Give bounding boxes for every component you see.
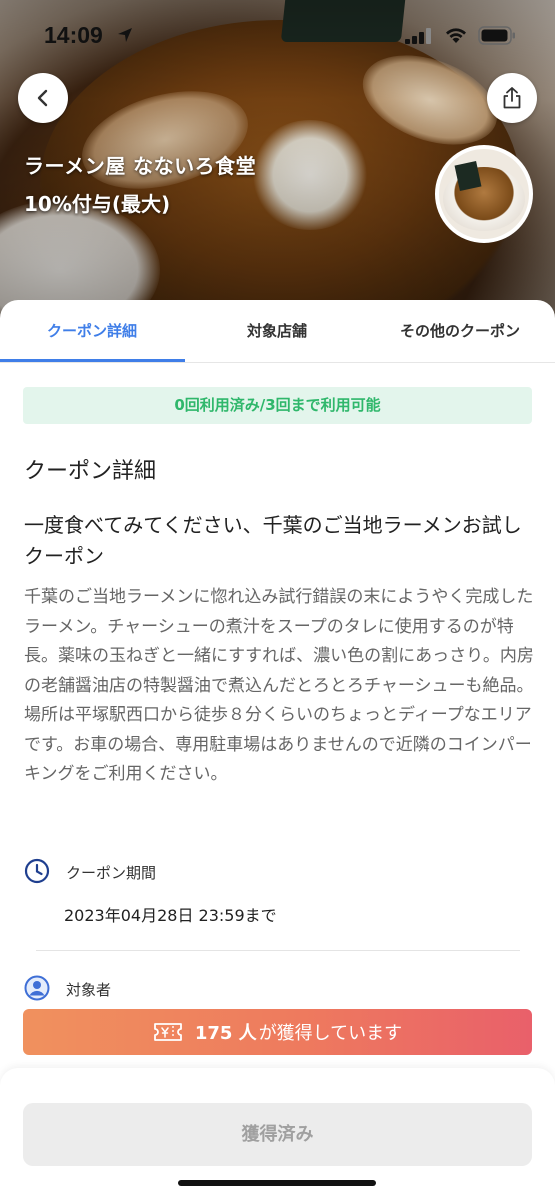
- acquired-button[interactable]: 獲得済み: [23, 1103, 532, 1166]
- tab-target-stores[interactable]: 対象店舗: [247, 320, 307, 341]
- status-bar: 14:09: [0, 22, 555, 52]
- shop-name: ラーメン屋 なないろ食堂: [24, 154, 257, 178]
- acquired-count-banner: 175 人 が獲得しています: [23, 1009, 532, 1055]
- ticket-icon: [153, 1023, 182, 1041]
- share-button[interactable]: [487, 73, 537, 123]
- user-icon: [24, 975, 50, 1001]
- acquired-text: が獲得しています: [258, 1023, 403, 1044]
- coupon-description: 千葉のご当地ラーメンに惚れ込み試行錯誤の末にようやく完成したラーメン。チャーシュ…: [24, 587, 534, 784]
- active-tab-indicator: [0, 359, 185, 362]
- clock-icon: [24, 858, 50, 884]
- back-button[interactable]: [18, 73, 68, 123]
- battery-icon: [478, 26, 515, 45]
- tab-coupon-detail[interactable]: クーポン詳細: [47, 320, 137, 341]
- usage-status-badge: 0回利用済み/3回まで利用可能: [23, 387, 532, 424]
- target-label: 対象者: [66, 981, 112, 999]
- cellular-signal-icon: [405, 28, 431, 44]
- home-indicator: [178, 1180, 376, 1186]
- shop-thumbnail: [435, 145, 533, 243]
- location-arrow-icon: [118, 28, 132, 42]
- divider: [36, 950, 520, 951]
- share-icon: [503, 87, 521, 109]
- period-value: 2023年04月28日 23:59まで: [64, 906, 277, 925]
- period-label: クーポン期間: [66, 864, 157, 882]
- tab-other-coupons[interactable]: その他のクーポン: [400, 320, 520, 341]
- chevron-left-icon: [37, 89, 48, 107]
- acquired-count: 175 人: [194, 1023, 257, 1044]
- section-title: クーポン詳細: [24, 459, 157, 484]
- wifi-icon: [446, 28, 466, 43]
- tab-bar: クーポン詳細 対象店舗 その他のクーポン: [0, 300, 555, 363]
- reward-rate: 10%付与(最大): [24, 192, 171, 216]
- coupon-title: 一度食べてみてください、千葉のご当地ラーメンお試しクーポン: [24, 513, 522, 568]
- status-time: 14:09: [44, 22, 103, 48]
